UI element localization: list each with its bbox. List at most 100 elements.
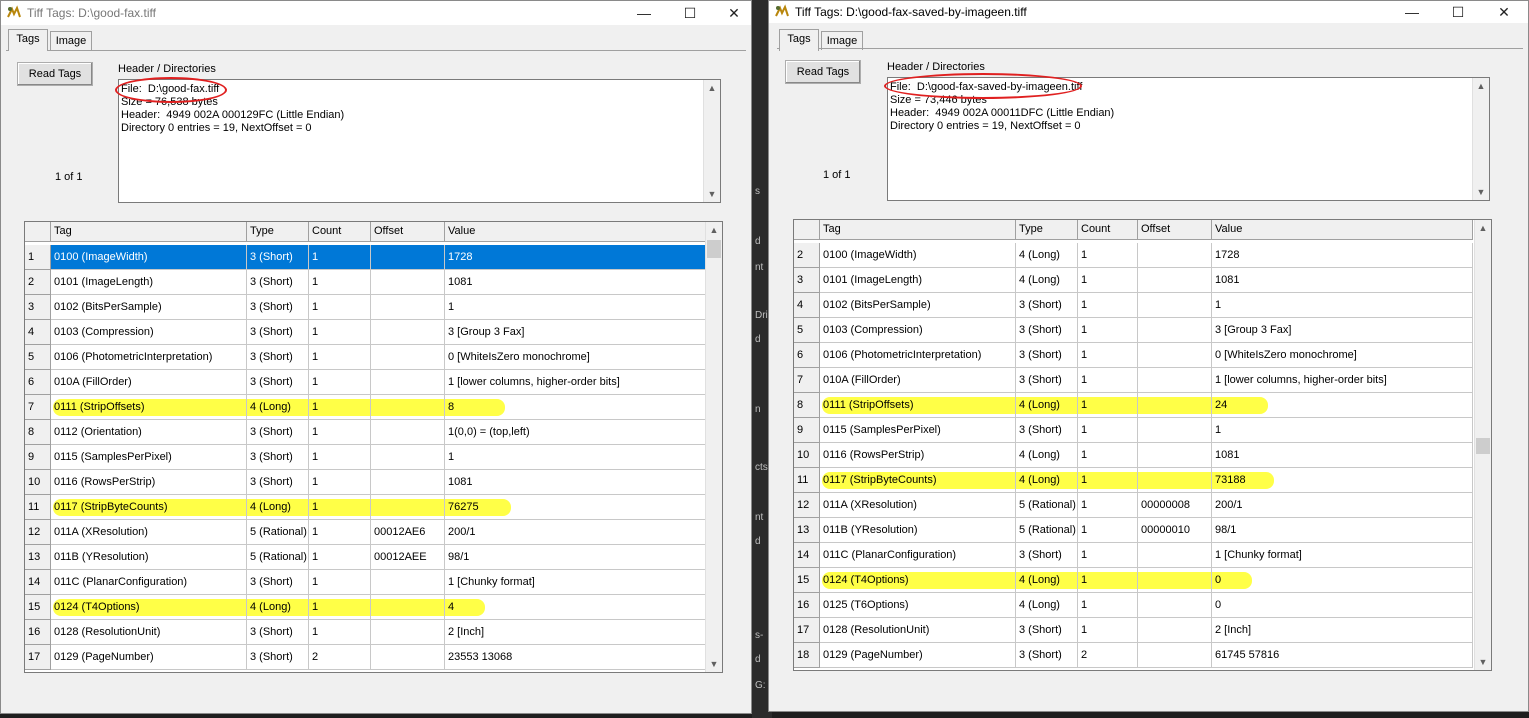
table-row[interactable]: 12 011A (XResolution) 5 (Rational) 1 00012AE… [25, 520, 706, 545]
table-row[interactable]: 14 011C (PlanarConfiguration) 3 (Short) 1 1 … [794, 543, 1473, 568]
maximize-icon[interactable]: ☐ [1435, 1, 1481, 23]
table-row[interactable]: 5 0106 (PhotometricInterpretation) 3 (Shor… [25, 345, 706, 370]
table-row[interactable]: 17 0128 (ResolutionUnit) 3 (Short) 1 2 [Inch… [794, 618, 1473, 643]
column-header-tag[interactable]: Tag [820, 220, 1016, 240]
cell-text: 1 [1081, 449, 1088, 461]
table-row[interactable]: 2 0100 (ImageWidth) 4 (Long) 1 1728 [794, 243, 1473, 268]
table-row[interactable]: 10 0116 (RowsPerStrip) 4 (Long) 1 1081 [794, 443, 1473, 468]
cell-value: 4 [445, 595, 706, 620]
column-header-count[interactable]: Count [1078, 220, 1138, 240]
grid-scrollbar[interactable]: ▲ ▼ [705, 222, 722, 672]
minimize-icon[interactable]: — [621, 1, 667, 25]
tab-tags[interactable]: Tags [779, 29, 819, 51]
table-row[interactable]: 8 0111 (StripOffsets) 4 (Long) 1 24 [794, 393, 1473, 418]
scroll-thumb[interactable] [1476, 438, 1490, 454]
cell-text: 1 [312, 351, 319, 363]
table-row[interactable]: 3 0101 (ImageLength) 4 (Long) 1 1081 [794, 268, 1473, 293]
table-row[interactable]: 1 0100 (ImageWidth) 3 (Short) 1 1728 [25, 245, 706, 270]
cell-text: 5 (Rational) [250, 526, 307, 538]
header-directories-label: Header / Directories [887, 61, 985, 73]
table-row[interactable]: 4 0103 (Compression) 3 (Short) 1 3 [Group 3 … [25, 320, 706, 345]
column-header-value[interactable]: Value [1212, 220, 1473, 240]
row-number: 13 [25, 545, 51, 570]
cell-type: 3 (Short) [247, 470, 309, 495]
scroll-up-icon[interactable]: ▲ [1475, 220, 1491, 236]
column-header-value[interactable]: Value [445, 222, 706, 242]
cell-count: 1 [309, 570, 371, 595]
title-bar[interactable]: Tiff Tags: D:\good-fax-saved-by-imageen.… [769, 1, 1528, 23]
cell-text: 4 (Long) [1019, 274, 1060, 286]
close-icon[interactable]: ✕ [711, 1, 757, 25]
scroll-up-icon[interactable]: ▲ [704, 80, 720, 96]
column-header-offset[interactable]: Offset [1138, 220, 1212, 240]
column-header-type[interactable]: Type [247, 222, 309, 242]
scroll-up-icon[interactable]: ▲ [1473, 78, 1489, 94]
table-row[interactable]: 11 0117 (StripByteCounts) 4 (Long) 1 76275 [25, 495, 706, 520]
cell-text: 011A (XResolution) [823, 499, 917, 511]
table-row[interactable]: 11 0117 (StripByteCounts) 4 (Long) 1 73188 [794, 468, 1473, 493]
cell-text: 4 (Long) [250, 501, 291, 513]
minimize-icon[interactable]: — [1389, 1, 1435, 23]
table-row[interactable]: 10 0116 (RowsPerStrip) 3 (Short) 1 1081 [25, 470, 706, 495]
table-row[interactable]: 6 0106 (PhotometricInterpretation) 3 (Shor… [794, 343, 1473, 368]
tab-image[interactable]: Image [50, 31, 92, 50]
background-text: nt [755, 512, 764, 523]
table-row[interactable]: 13 011B (YResolution) 5 (Rational) 1 0000001… [794, 518, 1473, 543]
scroll-up-icon[interactable]: ▲ [706, 222, 722, 238]
cell-tag: 0102 (BitsPerSample) [820, 293, 1016, 318]
column-header-offset[interactable]: Offset [371, 222, 445, 242]
table-row[interactable]: 18 0129 (PageNumber) 3 (Short) 2 61745 57816 [794, 643, 1473, 668]
table-row[interactable]: 16 0128 (ResolutionUnit) 3 (Short) 1 2 [Inch… [25, 620, 706, 645]
table-row[interactable]: 8 0112 (Orientation) 3 (Short) 1 1(0,0) = (t… [25, 420, 706, 445]
tab-tags[interactable]: Tags [8, 29, 48, 51]
cell-value: 1728 [1212, 243, 1473, 268]
scroll-thumb[interactable] [707, 240, 721, 258]
cell-text: 0 [WhiteIsZero monochrome] [1215, 349, 1357, 361]
table-row[interactable]: 9 0115 (SamplesPerPixel) 3 (Short) 1 1 [794, 418, 1473, 443]
column-header-tag[interactable]: Tag [51, 222, 247, 242]
cell-text: 0117 (StripByteCounts) [54, 501, 168, 513]
cell-offset [371, 370, 445, 395]
cell-tag: 011B (YResolution) [51, 545, 247, 570]
scroll-down-icon[interactable]: ▼ [1473, 184, 1489, 200]
scroll-down-icon[interactable]: ▼ [704, 186, 720, 202]
table-row[interactable]: 15 0124 (T4Options) 4 (Long) 1 4 [25, 595, 706, 620]
background-text: d [755, 654, 761, 665]
table-row[interactable]: 12 011A (XResolution) 5 (Rational) 1 0000000… [794, 493, 1473, 518]
read-tags-button[interactable]: Read Tags [785, 60, 861, 84]
title-bar[interactable]: Tiff Tags: D:\good-fax.tiff — ☐ ✕ [1, 1, 751, 25]
cell-value: 1(0,0) = (top,left) [445, 420, 706, 445]
table-row[interactable]: 9 0115 (SamplesPerPixel) 3 (Short) 1 1 [25, 445, 706, 470]
tags-grid[interactable]: Tag Type Count Offset Value 2 0100 (ImageWidth… [793, 219, 1492, 671]
table-row[interactable]: 16 0125 (T6Options) 4 (Long) 1 0 [794, 593, 1473, 618]
table-row[interactable]: 3 0102 (BitsPerSample) 3 (Short) 1 1 [25, 295, 706, 320]
table-row[interactable]: 6 010A (FillOrder) 3 (Short) 1 1 [lower colu… [25, 370, 706, 395]
table-row[interactable]: 7 010A (FillOrder) 3 (Short) 1 1 [lower colu… [794, 368, 1473, 393]
tags-grid[interactable]: Tag Type Count Offset Value 1 0100 (ImageWidth… [24, 221, 723, 673]
column-header-type[interactable]: Type [1016, 220, 1078, 240]
cell-type: 3 (Short) [247, 295, 309, 320]
cell-tag: 0117 (StripByteCounts) [51, 495, 247, 520]
column-header-count[interactable]: Count [309, 222, 371, 242]
memo-scrollbar[interactable]: ▲ ▼ [1472, 78, 1489, 200]
close-icon[interactable]: ✕ [1481, 1, 1527, 23]
header-memo[interactable]: File: D:\good-fax.tiff Size = 76,538 byte… [118, 79, 721, 203]
maximize-icon[interactable]: ☐ [667, 1, 713, 25]
grid-scrollbar[interactable]: ▲ ▼ [1474, 220, 1491, 670]
scroll-down-icon[interactable]: ▼ [1475, 654, 1491, 670]
table-row[interactable]: 7 0111 (StripOffsets) 4 (Long) 1 8 [25, 395, 706, 420]
scroll-down-icon[interactable]: ▼ [706, 656, 722, 672]
table-row[interactable]: 17 0129 (PageNumber) 3 (Short) 2 23553 13068 [25, 645, 706, 670]
table-row[interactable]: 2 0101 (ImageLength) 3 (Short) 1 1081 [25, 270, 706, 295]
cell-offset [371, 470, 445, 495]
table-row[interactable]: 15 0124 (T4Options) 4 (Long) 1 0 [794, 568, 1473, 593]
header-memo[interactable]: File: D:\good-fax-saved-by-imageen.tiff S… [887, 77, 1490, 201]
table-row[interactable]: 13 011B (YResolution) 5 (Rational) 1 00012AE… [25, 545, 706, 570]
memo-scrollbar[interactable]: ▲ ▼ [703, 80, 720, 202]
table-row[interactable]: 4 0102 (BitsPerSample) 3 (Short) 1 1 [794, 293, 1473, 318]
table-row[interactable]: 5 0103 (Compression) 3 (Short) 1 3 [Group 3 … [794, 318, 1473, 343]
read-tags-button[interactable]: Read Tags [17, 62, 93, 86]
table-row[interactable]: 14 011C (PlanarConfiguration) 3 (Short) 1 1 … [25, 570, 706, 595]
cell-text: 1 [1081, 424, 1088, 436]
cell-offset [1138, 368, 1212, 393]
